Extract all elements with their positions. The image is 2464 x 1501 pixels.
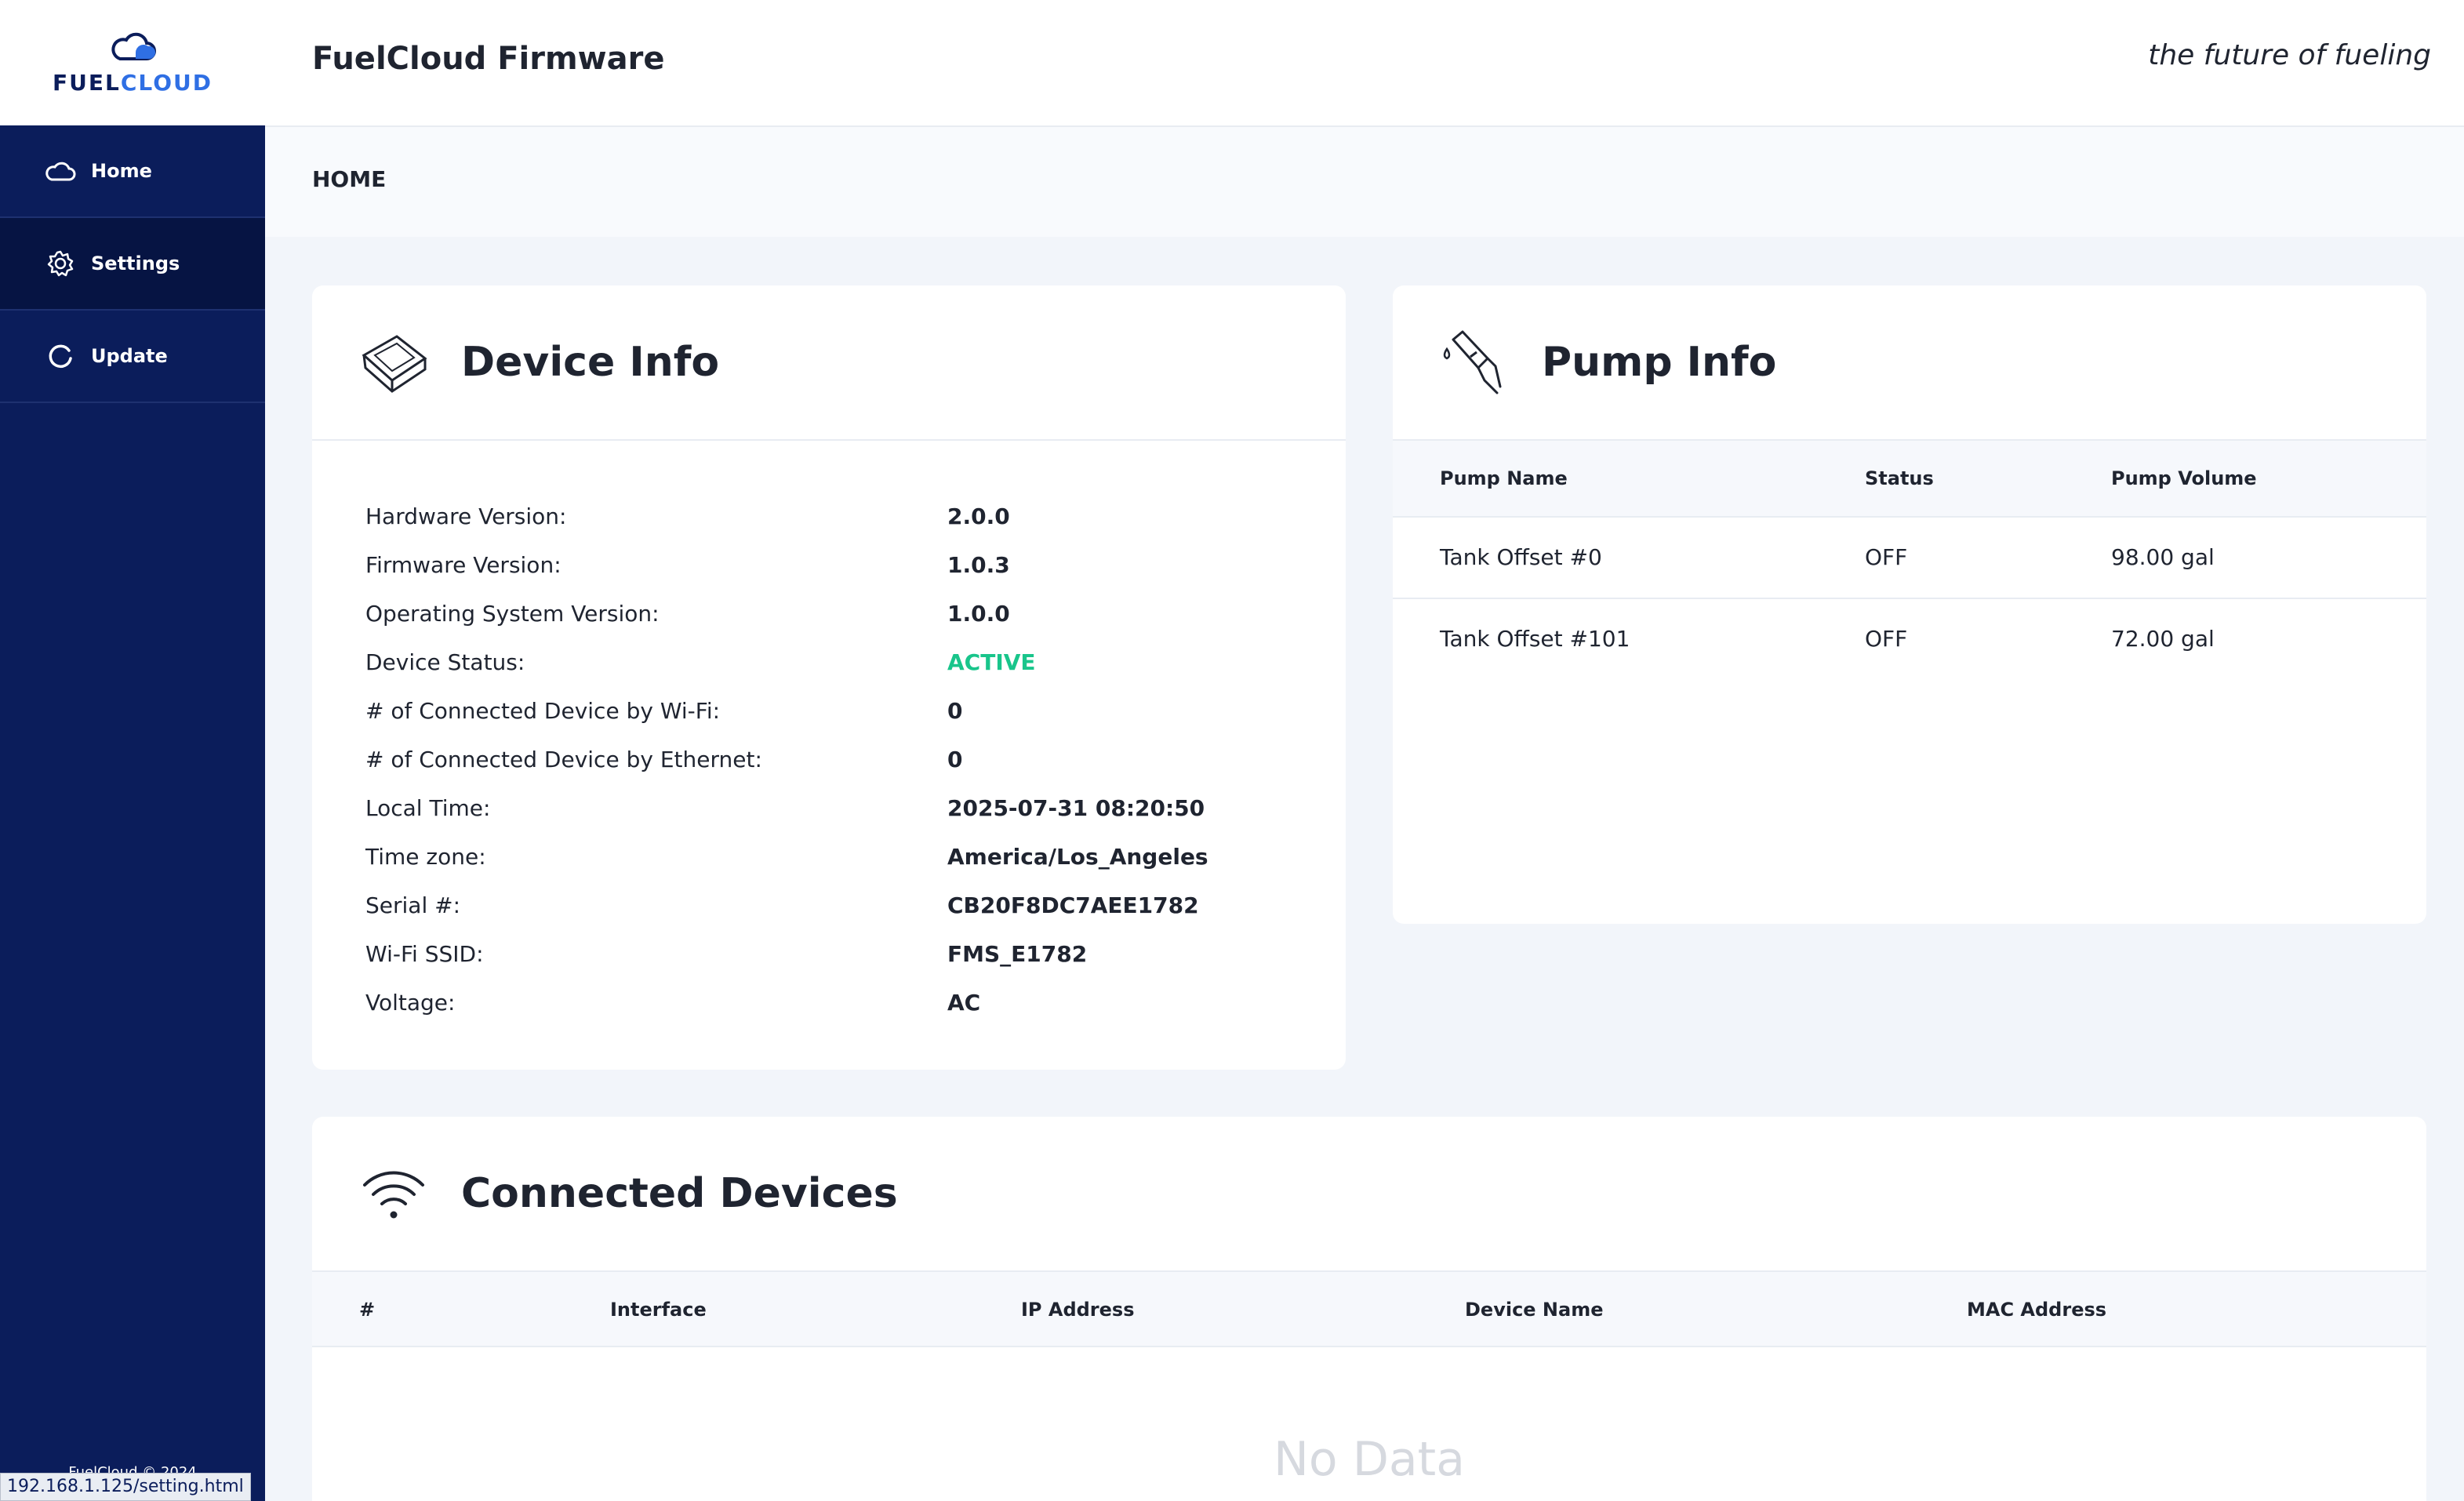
info-value: FMS_E1782	[947, 941, 1088, 967]
sidebar-item-label: Settings	[91, 253, 180, 274]
wifi-icon	[358, 1158, 430, 1230]
pump-info-card: Pump Info Pump Name Status Pump Volume T…	[1393, 285, 2426, 924]
column-header-index[interactable]: #	[359, 1299, 375, 1321]
table-row[interactable]: Tank Offset #101 OFF 72.00 gal	[1393, 599, 2426, 681]
breadcrumb: HOME	[312, 166, 387, 192]
info-label: Firmware Version:	[365, 552, 561, 578]
pump-volume-cell: 98.00 gal	[2111, 544, 2215, 570]
info-value: America/Los_Angeles	[947, 844, 1208, 870]
info-label: Time zone:	[365, 844, 486, 870]
sidebar-item-update[interactable]: Update	[0, 311, 265, 403]
device-info-card: Device Info Hardware Version: 2.0.0 Firm…	[312, 285, 1346, 1070]
empty-state-text: No Data	[1274, 1432, 1465, 1487]
sidebar-item-settings[interactable]: Settings	[0, 218, 265, 311]
breadcrumb-bar: HOME	[265, 127, 2464, 237]
connected-devices-header: Connected Devices	[312, 1117, 2426, 1272]
connected-devices-table-header: # Interface IP Address Device Name MAC A…	[312, 1272, 2426, 1347]
sidebar-item-label: Update	[91, 345, 168, 367]
info-label: # of Connected Device by Wi-Fi:	[365, 698, 721, 724]
page-title: FuelCloud Firmware	[312, 41, 665, 77]
info-row-device-status: Device Status: ACTIVE	[365, 641, 1346, 690]
info-value: CB20F8DC7AEE1782	[947, 892, 1199, 918]
info-value: 0	[947, 747, 963, 772]
refresh-icon	[44, 340, 77, 373]
info-label: Device Status:	[365, 649, 525, 675]
pump-info-header: Pump Info	[1393, 285, 2426, 441]
info-label: Serial #:	[365, 892, 461, 918]
connected-devices-title: Connected Devices	[461, 1170, 898, 1217]
column-header-pump-name[interactable]: Pump Name	[1440, 467, 1568, 489]
info-value: 0	[947, 698, 963, 724]
info-value: 2025-07-31 08:20:50	[947, 795, 1205, 821]
sidebar-item-label: Home	[91, 160, 152, 182]
fuel-nozzle-icon	[1438, 326, 1510, 398]
column-header-status[interactable]: Status	[1865, 467, 1934, 489]
cloud-icon	[44, 154, 77, 187]
tagline: the future of fueling	[2148, 39, 2431, 71]
info-label: Wi-Fi SSID:	[365, 941, 484, 967]
device-info-header: Device Info	[312, 285, 1346, 441]
status-bar-url: 192.168.1.125/setting.html	[0, 1473, 251, 1501]
status-badge: ACTIVE	[947, 649, 1036, 675]
info-value: 2.0.0	[947, 503, 1010, 529]
info-row-ethernet-devices: # of Connected Device by Ethernet: 0	[365, 739, 1346, 787]
column-header-ip-address[interactable]: IP Address	[1021, 1299, 1135, 1321]
info-label: Operating System Version:	[365, 601, 660, 627]
column-header-device-name[interactable]: Device Name	[1465, 1299, 1604, 1321]
pump-table-header: Pump Name Status Pump Volume	[1393, 441, 2426, 518]
info-row-wifi-devices: # of Connected Device by Wi-Fi: 0	[365, 690, 1346, 739]
info-row-serial: Serial #: CB20F8DC7AEE1782	[365, 885, 1346, 933]
info-value: 1.0.0	[947, 601, 1010, 627]
info-label: Hardware Version:	[365, 503, 567, 529]
info-row-wifi-ssid: Wi-Fi SSID: FMS_E1782	[365, 933, 1346, 982]
pump-volume-cell: 72.00 gal	[2111, 626, 2215, 652]
device-info-title: Device Info	[461, 339, 720, 386]
pump-status-cell: OFF	[1865, 544, 1908, 570]
logo-text: FUELCLOUD	[52, 70, 213, 96]
table-row[interactable]: Tank Offset #0 OFF 98.00 gal	[1393, 518, 2426, 599]
info-row-local-time: Local Time: 2025-07-31 08:20:50	[365, 787, 1346, 836]
info-row-os-version: Operating System Version: 1.0.0	[365, 593, 1346, 641]
column-header-pump-volume[interactable]: Pump Volume	[2111, 467, 2257, 489]
info-row-voltage: Voltage: AC	[365, 982, 1346, 1030]
pump-status-cell: OFF	[1865, 626, 1908, 652]
device-box-icon	[358, 326, 430, 398]
info-label: Voltage:	[365, 990, 456, 1016]
top-header: FuelCloud Firmware the future of fueling	[265, 0, 2464, 127]
info-label: Local Time:	[365, 795, 491, 821]
fuelcloud-logo[interactable]: FUELCLOUD	[0, 0, 265, 125]
column-header-mac-address[interactable]: MAC Address	[1967, 1299, 2106, 1321]
sidebar: FUELCLOUD Home Settings Update FuelCloud…	[0, 0, 265, 1501]
info-value: AC	[947, 990, 981, 1016]
info-row-time-zone: Time zone: America/Los_Angeles	[365, 836, 1346, 885]
pump-info-title: Pump Info	[1542, 339, 1777, 386]
info-value: 1.0.3	[947, 552, 1010, 578]
info-row-firmware-version: Firmware Version: 1.0.3	[365, 544, 1346, 593]
info-row-hardware-version: Hardware Version: 2.0.0	[365, 496, 1346, 544]
gear-icon	[44, 247, 77, 280]
device-info-list: Hardware Version: 2.0.0 Firmware Version…	[312, 441, 1346, 1030]
column-header-interface[interactable]: Interface	[610, 1299, 707, 1321]
sidebar-item-home[interactable]: Home	[0, 125, 265, 218]
connected-devices-card: Connected Devices # Interface IP Address…	[312, 1117, 2426, 1501]
pump-name-cell: Tank Offset #0	[1440, 544, 1602, 570]
cloud-logo-icon	[107, 29, 158, 62]
pump-name-cell: Tank Offset #101	[1440, 626, 1630, 652]
info-label: # of Connected Device by Ethernet:	[365, 747, 762, 772]
